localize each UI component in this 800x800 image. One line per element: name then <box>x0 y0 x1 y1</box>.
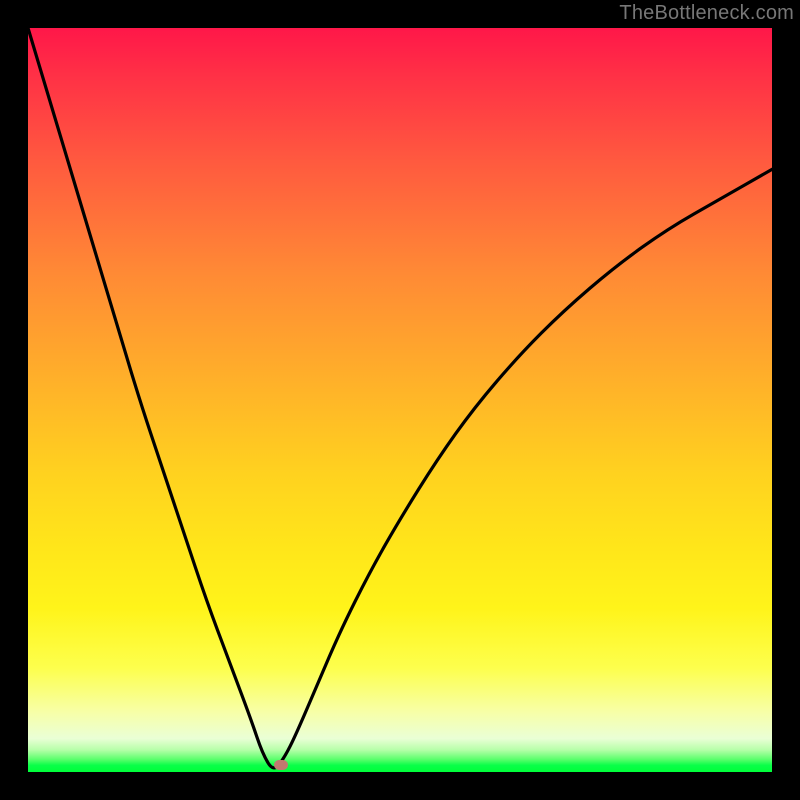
bottleneck-curve <box>28 28 772 772</box>
plot-area <box>28 28 772 772</box>
min-marker <box>274 760 288 770</box>
chart-frame: TheBottleneck.com <box>0 0 800 800</box>
watermark-text: TheBottleneck.com <box>619 2 794 25</box>
